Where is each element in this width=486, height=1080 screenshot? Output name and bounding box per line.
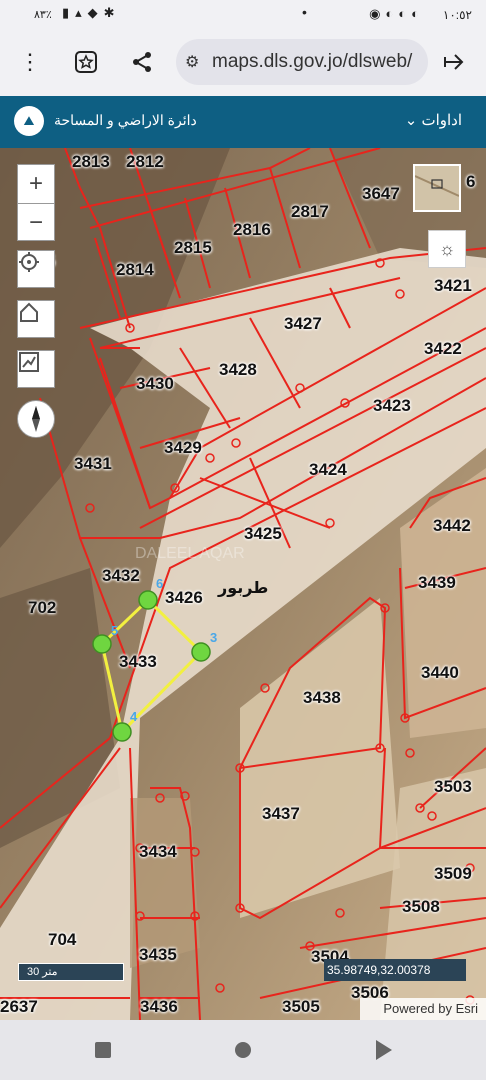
coordinates-readout: 35.98749,32.00378 [324, 959, 466, 981]
compass-button[interactable] [17, 400, 55, 438]
zoom-controls: + − [17, 164, 55, 241]
department-title: دائرة الاراضي و المساحة [54, 112, 197, 128]
parcel-number-label: 3429 [164, 438, 202, 457]
status-icons-left: ▮▴◆✱ [62, 5, 121, 20]
parcel-number-label: 3647 [362, 184, 400, 203]
parcel-number-label: 3435 [139, 945, 177, 964]
parcel-number-label: 3430 [136, 374, 174, 393]
home-arrow-icon[interactable] [438, 46, 470, 78]
parcel-number-label: 6 [466, 172, 476, 191]
parcel-number-label: 3421 [434, 276, 472, 295]
parcel-number-label: 3439 [418, 573, 456, 592]
home-nav-button[interactable] [235, 1042, 251, 1058]
parcel-number-label: 3422 [424, 339, 462, 358]
tools-menu-label: اداوات [421, 112, 462, 129]
parcel-number-label: 2812 [126, 152, 164, 171]
parcel-number-label: 3427 [284, 314, 322, 333]
clock: ١٠:٥٢ [442, 8, 472, 22]
map-layer-icon [19, 352, 39, 372]
parcel-number-label: 704 [48, 930, 77, 949]
dls-logo-icon: ⛰ [14, 106, 44, 136]
parcel-number-label: 3436 [140, 997, 178, 1016]
parcel-number-label: 2816 [233, 220, 271, 239]
scale-bar: 30 متر [18, 963, 124, 981]
parcel-number-label: 3423 [373, 396, 411, 415]
vertex-label: 3 [210, 630, 218, 645]
parcel-number-label: 3442 [433, 516, 471, 535]
esri-attribution[interactable]: Powered by Esri [360, 998, 486, 1020]
parcel-number-label: 3503 [434, 777, 472, 796]
parcel-number-label: 2637 [0, 997, 38, 1016]
parcel-number-label: 3433 [119, 652, 157, 671]
notification-dot-icon: • [302, 4, 307, 20]
parcel-number-label: 2815 [174, 238, 212, 257]
zoom-in-button[interactable]: + [18, 165, 54, 203]
compass-icon [32, 406, 40, 432]
home-button[interactable] [17, 300, 55, 338]
crosshair-icon [19, 252, 39, 272]
zoom-out-button[interactable]: − [18, 204, 54, 242]
battery-level: ٨٣٪ [34, 9, 52, 21]
vertex-label: 5 [111, 623, 119, 638]
address-bar[interactable]: ⚙ maps.dls.gov.jo/dlsweb/ [176, 39, 428, 85]
browser-toolbar: ⋮ ⚙ maps.dls.gov.jo/dlsweb/ [0, 30, 486, 96]
parcel-number-label: 2813 [72, 152, 110, 171]
map-view[interactable]: DALEEL AQAR 2813 2812 3647 2817 2816 2815 2814… [0, 148, 486, 1020]
parcel-number-label: 3425 [244, 524, 282, 543]
home-icon [20, 302, 38, 322]
parcel-number-label: 3437 [262, 804, 300, 823]
watermark: DALEEL AQAR [135, 545, 245, 562]
back-button[interactable] [376, 1040, 392, 1060]
share-icon[interactable] [126, 46, 158, 78]
parcel-number-label: 3434 [139, 842, 177, 861]
place-name-label: طربور [218, 578, 269, 597]
url-text: maps.dls.gov.jo/dlsweb/ [212, 51, 413, 72]
overview-map-thumbnail[interactable] [413, 164, 461, 212]
parcel-number-label: 3508 [402, 897, 440, 916]
bookmark-star-icon[interactable] [70, 46, 102, 78]
system-nav-bar [0, 1020, 486, 1080]
parcel-number-label: 2817 [291, 202, 329, 221]
menu-icon[interactable]: ⋮ [14, 46, 46, 78]
parcel-number-label: 3426 [165, 588, 203, 607]
parcel-number-label: 3424 [309, 460, 347, 479]
app-header: ⛰ دائرة الاراضي و المساحة ⌄ اداوات [0, 96, 486, 148]
parcel-number-label: 3438 [303, 688, 341, 707]
basemap-button[interactable] [17, 350, 55, 388]
chevron-down-icon: ⌄ [404, 112, 418, 129]
parcel-number-label: 3505 [282, 997, 320, 1016]
parcel-number-label: 2814 [116, 260, 154, 279]
parcel-number-label: 3428 [219, 360, 257, 379]
parcel-number-label: 3432 [102, 566, 140, 585]
recents-button[interactable] [95, 1042, 111, 1058]
brightness-icon[interactable]: ☼ [428, 230, 466, 268]
vertex-label: 6 [156, 576, 164, 591]
parcel-number-label: 3440 [421, 663, 459, 682]
parcel-number-label: 702 [28, 598, 57, 617]
parcel-number-label: 3431 [74, 454, 112, 473]
locate-button[interactable] [17, 250, 55, 288]
site-settings-icon[interactable]: ⚙ [185, 52, 199, 72]
status-bar: ٨٣٪ ▮▴◆✱ • ◉◐◐◐ ١٠:٥٢ [0, 0, 486, 30]
parcel-number-label: 3509 [434, 864, 472, 883]
tools-menu[interactable]: ⌄ اداوات [405, 111, 462, 129]
vertex-label: 4 [130, 709, 138, 724]
status-icons-right: ◉◐◐◐ [369, 6, 424, 21]
